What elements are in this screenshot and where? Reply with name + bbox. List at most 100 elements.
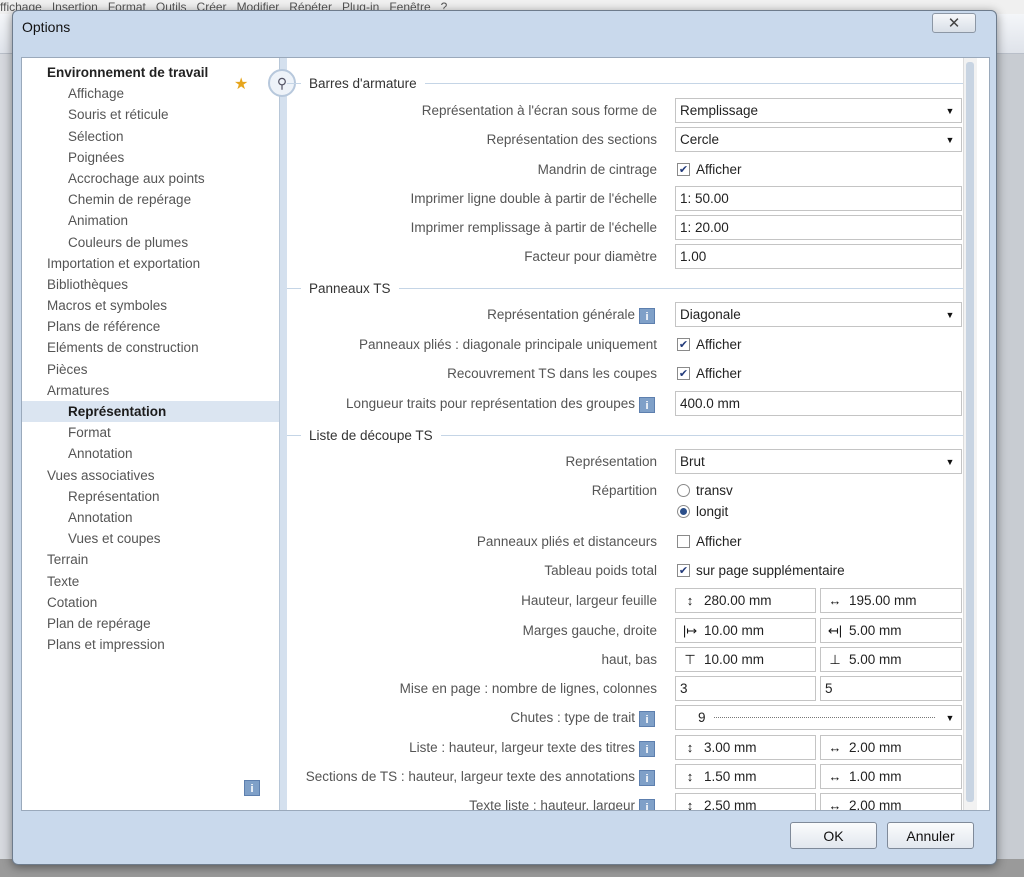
- section-liste-header: Liste de découpe TS: [287, 425, 977, 445]
- close-icon: ✕: [947, 15, 961, 32]
- titres-hauteur-input[interactable]: ↕ 3.00 mm: [675, 735, 816, 760]
- settings-scrollbar[interactable]: [963, 58, 977, 810]
- nav-item[interactable]: Sélection: [22, 126, 279, 147]
- annotations-largeur-input[interactable]: ↔ 1.00 mm: [820, 764, 962, 789]
- width-icon: ↔: [828, 593, 842, 608]
- radio-longit[interactable]: longit: [677, 504, 728, 519]
- nav-item[interactable]: Plan de repérage: [22, 613, 279, 634]
- marge-bas-input[interactable]: ⊥ 5.00 mm: [820, 647, 962, 672]
- checkbox-label: Afficher: [696, 366, 742, 381]
- ligne-double-input[interactable]: 1: 50.00: [675, 186, 962, 211]
- recouvrement-checkbox[interactable]: ✔ Afficher: [677, 366, 742, 381]
- rep-generale-select[interactable]: Diagonale ▼: [675, 302, 962, 327]
- section-title: Barres d'armature: [309, 75, 417, 91]
- chutes-select[interactable]: 9 ▼: [675, 705, 962, 730]
- nav-item[interactable]: Annotation: [22, 443, 279, 464]
- nav-item[interactable]: Accrochage aux points: [22, 168, 279, 189]
- radio-transv[interactable]: transv: [677, 483, 733, 498]
- feuille-largeur-input[interactable]: ↔ 195.00 mm: [820, 588, 962, 613]
- feuille-hauteur-input[interactable]: ↕ 280.00 mm: [675, 588, 816, 613]
- tableau-label: Tableau poids total: [544, 563, 657, 578]
- marge-droite-input[interactable]: ↤| 5.00 mm: [820, 618, 962, 643]
- settings-panel: Barres d'armature Représentation à l'écr…: [287, 58, 977, 810]
- info-icon[interactable]: i: [639, 799, 655, 810]
- info-icon[interactable]: i: [639, 741, 655, 757]
- input-value: 1: 50.00: [680, 191, 729, 206]
- nav-item[interactable]: Couleurs de plumes: [22, 232, 279, 253]
- texte-liste-hauteur-input[interactable]: ↕ 2.50 mm: [675, 793, 816, 810]
- nav-item[interactable]: Annotation: [22, 507, 279, 528]
- remplissage-input[interactable]: 1: 20.00: [675, 215, 962, 240]
- close-button[interactable]: ✕: [932, 13, 976, 33]
- nav-item[interactable]: Bibliothèques: [22, 274, 279, 295]
- nav-item[interactable]: Eléments de construction: [22, 337, 279, 358]
- nav-item[interactable]: Texte: [22, 571, 279, 592]
- section-barres-header: Barres d'armature: [287, 73, 977, 93]
- info-icon[interactable]: i: [639, 711, 655, 727]
- rep-ecran-label: Représentation à l'écran sous forme de: [421, 103, 657, 118]
- nav-item[interactable]: Représentation: [22, 486, 279, 507]
- nav-item[interactable]: Macros et symboles: [22, 295, 279, 316]
- section-title: Liste de découpe TS: [309, 427, 433, 443]
- nav-item[interactable]: Format: [22, 422, 279, 443]
- tableau-checkbox[interactable]: ✔ sur page supplémentaire: [677, 563, 845, 578]
- distanceurs-checkbox[interactable]: Afficher: [677, 534, 742, 549]
- rep-sections-label: Représentation des sections: [486, 132, 657, 147]
- facteur-input[interactable]: 1.00: [675, 244, 962, 269]
- margin-bottom-icon: ⊥: [829, 651, 841, 667]
- annotations-hauteur-input[interactable]: ↕ 1.50 mm: [675, 764, 816, 789]
- cancel-button[interactable]: Annuler: [887, 822, 974, 849]
- input-value: 280.00 mm: [704, 593, 772, 608]
- nav-item[interactable]: Représentation: [22, 401, 279, 423]
- height-icon: ↕: [686, 769, 694, 784]
- scrollbar-thumb[interactable]: [966, 62, 974, 802]
- nav-info-icon[interactable]: i: [244, 780, 260, 796]
- nav-item[interactable]: Importation et exportation: [22, 253, 279, 274]
- panel-splitter[interactable]: [280, 58, 287, 810]
- favorite-star-icon[interactable]: ★: [234, 74, 248, 94]
- dialog-content: Environnement de travail Affichage Souris …: [21, 57, 990, 811]
- info-icon[interactable]: i: [639, 308, 655, 324]
- nav-item[interactable]: Chemin de repérage: [22, 189, 279, 210]
- nav-item[interactable]: Animation: [22, 210, 279, 231]
- rep-ecran-select[interactable]: Remplissage ▼: [675, 98, 962, 123]
- lignes-input[interactable]: 3: [675, 676, 816, 701]
- input-value: 400.0 mm: [680, 396, 741, 411]
- input-value: 1.00 mm: [849, 769, 902, 784]
- nav-list: Environnement de travail Affichage Souris …: [22, 58, 279, 655]
- titres-largeur-input[interactable]: ↔ 2.00 mm: [820, 735, 962, 760]
- nav-item[interactable]: Vues associatives: [22, 465, 279, 486]
- input-value: 5: [825, 681, 833, 696]
- input-value: 2.50 mm: [704, 798, 757, 810]
- dialog-title-bar[interactable]: Options ✕: [13, 11, 996, 47]
- chevron-down-icon: ▼: [945, 456, 955, 467]
- nav-item[interactable]: Pièces: [22, 359, 279, 380]
- radio-label: transv: [696, 483, 733, 498]
- nav-item[interactable]: Plans de référence: [22, 316, 279, 337]
- radio-button-selected: [677, 505, 690, 518]
- nav-item[interactable]: Terrain: [22, 549, 279, 570]
- section-panneaux-header: Panneaux TS: [287, 278, 977, 298]
- longueur-input[interactable]: 400.0 mm: [675, 391, 962, 416]
- checkbox-label: Afficher: [696, 337, 742, 352]
- ok-button[interactable]: OK: [790, 822, 877, 849]
- nav-item[interactable]: Poignées: [22, 147, 279, 168]
- nav-item[interactable]: Armatures: [22, 380, 279, 401]
- nav-item[interactable]: Cotation: [22, 592, 279, 613]
- height-icon: ↕: [686, 740, 694, 755]
- nav-item[interactable]: Souris et réticule: [22, 104, 279, 125]
- nav-item[interactable]: Plans et impression: [22, 634, 279, 655]
- texte-liste-largeur-input[interactable]: ↔ 2.00 mm: [820, 793, 962, 810]
- representation-select[interactable]: Brut ▼: [675, 449, 962, 474]
- colonnes-input[interactable]: 5: [820, 676, 962, 701]
- rep-sections-select[interactable]: Cercle ▼: [675, 127, 962, 152]
- nav-item[interactable]: Vues et coupes: [22, 528, 279, 549]
- info-icon[interactable]: i: [639, 397, 655, 413]
- height-icon: ↕: [686, 593, 694, 608]
- marge-gauche-input[interactable]: |↦ 10.00 mm: [675, 618, 816, 643]
- mandrin-checkbox[interactable]: ✔ Afficher: [677, 162, 742, 177]
- radio-button: [677, 484, 690, 497]
- marge-haut-input[interactable]: ⊤ 10.00 mm: [675, 647, 816, 672]
- plies-checkbox[interactable]: ✔ Afficher: [677, 337, 742, 352]
- info-icon[interactable]: i: [639, 770, 655, 786]
